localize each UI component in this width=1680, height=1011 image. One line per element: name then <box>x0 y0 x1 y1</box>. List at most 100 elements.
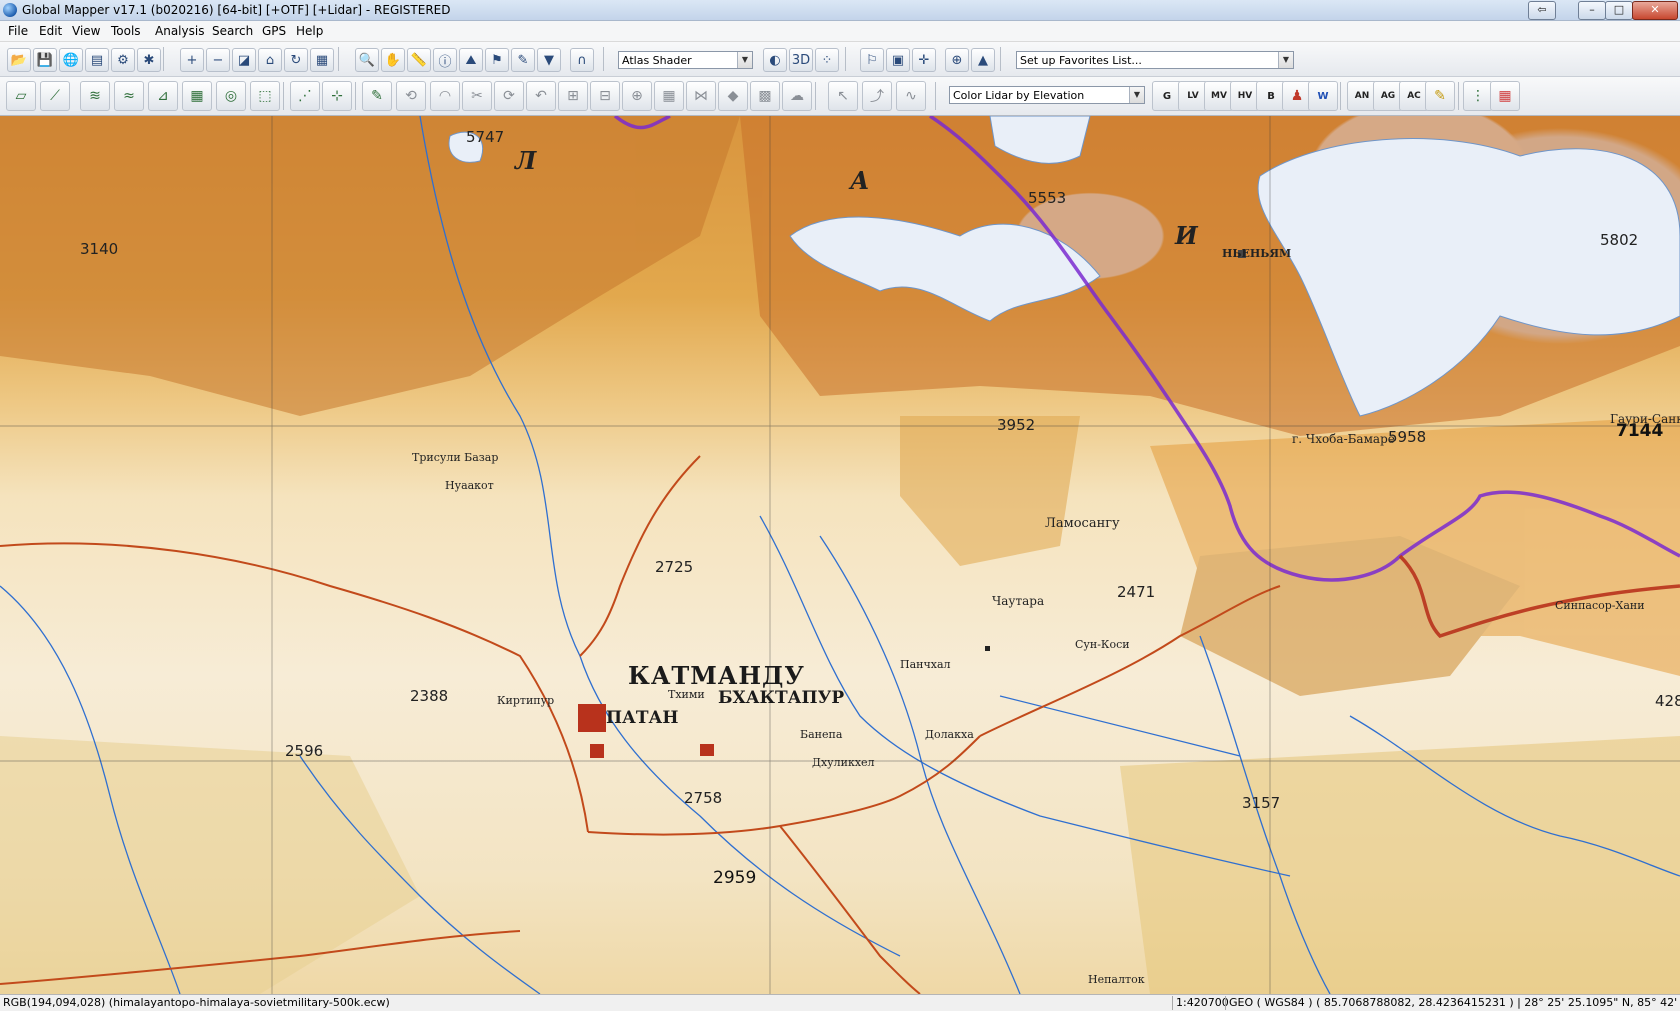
feature-tool-icon[interactable]: ⚐ <box>860 48 884 72</box>
peak-label: 5553 <box>1028 189 1067 207</box>
watershed-icon[interactable]: ≈ <box>114 81 144 111</box>
peak-label: 2959 <box>713 868 757 888</box>
mesh-icon[interactable]: ⬚ <box>250 81 280 111</box>
menu-help[interactable]: Help <box>296 24 323 38</box>
map-view[interactable]: Л А И КАТМАНДУ ПАТАН БХАКТАПУР НЬЕНЬЯМ 5… <box>0 116 1680 994</box>
save-icon[interactable]: 💾 <box>33 48 57 72</box>
menu-search[interactable]: Search <box>212 24 253 38</box>
place-label: Трисули Базар <box>412 451 499 464</box>
lidar-color-select[interactable]: Color Lidar by Elevation ▼ <box>949 86 1145 104</box>
menu-edit[interactable]: Edit <box>39 24 62 38</box>
create-line-icon[interactable]: ⟋ <box>40 81 70 111</box>
arrow-path-icon: ↖ <box>828 81 858 111</box>
terrain-grid-icon[interactable]: ▦ <box>182 81 212 111</box>
zoom-tool-icon[interactable]: 🔍 <box>355 48 379 72</box>
menu-file[interactable]: File <box>8 24 28 38</box>
reshape-icon: ⟲ <box>396 81 426 111</box>
range-letter: А <box>850 166 870 195</box>
shader-select[interactable]: Atlas Shader ▼ <box>618 51 753 69</box>
chevron-down-icon: ▼ <box>1129 87 1144 103</box>
maximize-button[interactable]: □ <box>1605 1 1633 20</box>
contour-icon[interactable]: ≋ <box>80 81 110 111</box>
split-icon: ⊟ <box>590 81 620 111</box>
extrude-icon: ◆ <box>718 81 748 111</box>
place-label: Чаутара <box>992 594 1045 608</box>
place-label: Долакха <box>925 728 974 741</box>
place-label: г. Чхоба-Бамаре <box>1292 432 1395 446</box>
menu-analysis[interactable]: Analysis <box>155 24 204 38</box>
layout-icon[interactable]: ▣ <box>886 48 910 72</box>
buffer-icon[interactable]: ◎ <box>216 81 246 111</box>
place-label: Нуаакот <box>445 479 494 492</box>
draw-icon[interactable]: ✎ <box>362 81 392 111</box>
create-area-icon[interactable]: ▱ <box>6 81 36 111</box>
contrast-icon[interactable]: ◐ <box>763 48 787 72</box>
town-label: НЬЕНЬЯМ <box>1222 247 1292 260</box>
city-label-kathmandu: КАТМАНДУ <box>628 661 805 690</box>
palette-grid-icon[interactable]: ▦ <box>1490 81 1520 111</box>
grid-select-icon: ▦ <box>654 81 684 111</box>
north-arrow-icon[interactable]: ▲ <box>971 48 995 72</box>
measure-icon[interactable]: 📏 <box>407 48 431 72</box>
favorites-select[interactable]: Set up Favorites List... ▼ <box>1016 51 1294 69</box>
place-label: Панчхал <box>900 658 951 671</box>
pan-tool-icon[interactable]: ✋ <box>381 48 405 72</box>
tree-icon[interactable]: ⋮ <box>1463 81 1493 111</box>
crosshair-icon[interactable]: ✛ <box>912 48 936 72</box>
merge-icon: ⊞ <box>558 81 588 111</box>
info-tool-icon[interactable]: ⓘ <box>433 48 457 72</box>
terrain-icon[interactable]: ▼ <box>537 48 561 72</box>
3d-view-icon[interactable]: 3D <box>789 48 813 72</box>
scale-readout: 1:420700 <box>1172 996 1232 1010</box>
open-folder-icon[interactable]: 📂 <box>7 48 31 72</box>
grid-icon[interactable]: ▦ <box>310 48 334 72</box>
slope-icon[interactable]: ⊿ <box>148 81 178 111</box>
wave-icon: ∿ <box>896 81 926 111</box>
network-icon: ⋈ <box>686 81 716 111</box>
place-label: Ламосангу <box>1045 516 1120 531</box>
refresh-icon[interactable]: ↻ <box>284 48 308 72</box>
online-data-icon[interactable]: 🌐 <box>59 48 83 72</box>
menu-view[interactable]: View <box>72 24 100 38</box>
control-center-icon[interactable]: ▤ <box>85 48 109 72</box>
zoom-out-icon[interactable]: − <box>206 48 230 72</box>
peak-label: 2596 <box>285 742 324 760</box>
undo-icon: ↶ <box>526 81 556 111</box>
peak-label: 5802 <box>1600 231 1639 249</box>
lidar-points-icon[interactable]: ⁘ <box>815 48 839 72</box>
zoom-in-icon[interactable]: + <box>180 48 204 72</box>
cloud-icon: ☁ <box>782 81 812 111</box>
filter-water-icon[interactable]: W <box>1308 81 1338 111</box>
shader-select-value: Atlas Shader <box>622 54 692 67</box>
close-button[interactable]: ✕ <box>1632 1 1678 20</box>
map-canvas <box>0 116 1680 994</box>
volume-icon: ▩ <box>750 81 780 111</box>
edit-line-icon[interactable]: ⊹ <box>322 81 352 111</box>
profile-icon: ⤴ <box>862 81 892 111</box>
back-button[interactable]: ⇦ <box>1528 1 1556 20</box>
range-letter: Л <box>515 146 537 175</box>
gps-target-icon[interactable]: ⊕ <box>945 48 969 72</box>
config-icon[interactable]: ⚙ <box>111 48 135 72</box>
menu-gps[interactable]: GPS <box>262 24 286 38</box>
minimize-button[interactable]: – <box>1578 1 1606 20</box>
cut-icon: ✂ <box>462 81 492 111</box>
place-label: Киртипур <box>497 694 555 707</box>
digitizer-icon[interactable]: ✎ <box>511 48 535 72</box>
coordinate-readout: GEO ( WGS84 ) ( 85.7068788082, 28.423641… <box>1225 996 1680 1010</box>
path-profile-icon[interactable]: ⛰ <box>459 48 483 72</box>
arch-icon[interactable]: ∩ <box>570 48 594 72</box>
menu-tools[interactable]: Tools <box>111 24 141 38</box>
tower-icon[interactable]: ⚑ <box>485 48 509 72</box>
unload-icon[interactable]: ✱ <box>137 48 161 72</box>
vertex-icon[interactable]: ⋰ <box>290 81 320 111</box>
peak-label: 3157 <box>1242 794 1281 812</box>
globe-icon <box>3 3 17 17</box>
city-label-patan: ПАТАН <box>606 708 679 728</box>
zoom-layer-icon[interactable]: ◪ <box>232 48 256 72</box>
place-label: Дхуликхел <box>812 756 875 769</box>
place-label: Гаури-Санка <box>1610 412 1680 426</box>
sticky-note-icon[interactable]: ✎ <box>1425 81 1455 111</box>
home-icon[interactable]: ⌂ <box>258 48 282 72</box>
digitizer-toolbar: ▱ ⟋ ≋ ≈ ⊿ ▦ ◎ ⬚ ⋰ ⊹ ✎ ⟲ ◠ ✂ ⟳ ↶ ⊞ ⊟ ⊕ ▦ … <box>0 77 1680 116</box>
